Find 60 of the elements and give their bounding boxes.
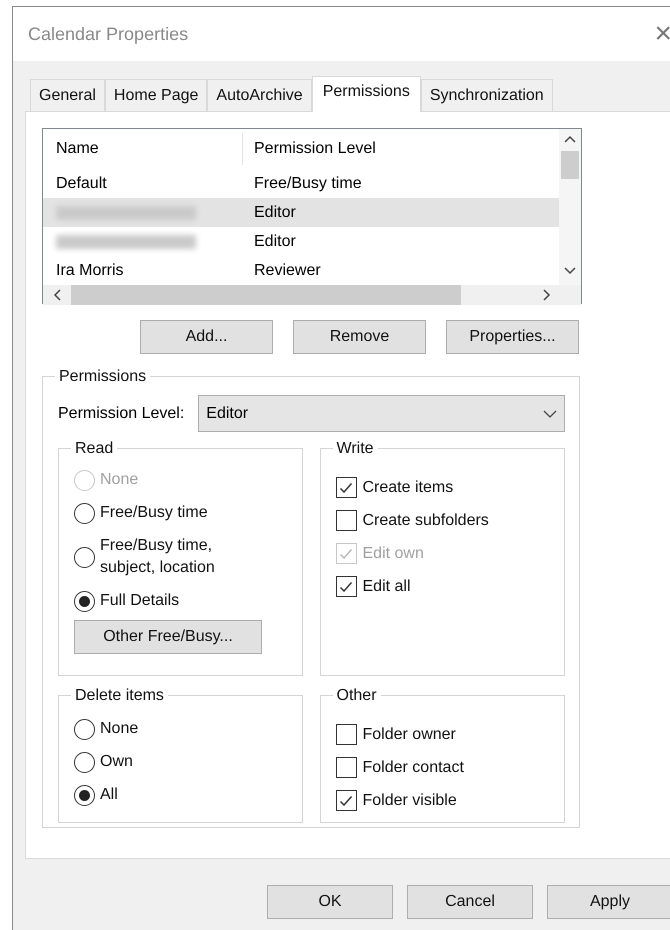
radio-button[interactable] — [74, 752, 95, 772]
column-header[interactable]: Permission Level — [243, 137, 376, 161]
chevron-down-icon[interactable] — [564, 267, 576, 275]
column-header[interactable]: Name — [43, 133, 243, 165]
checkbox[interactable] — [336, 724, 356, 745]
checkbox-label: Folder visible — [362, 790, 457, 810]
window-title: Calendar Properties — [28, 22, 188, 46]
table-cell-text: Reviewer — [253, 260, 321, 280]
table-cell-text: Free/Busy time — [253, 174, 362, 194]
checkbox[interactable] — [336, 510, 356, 531]
tab[interactable]: Home Page — [104, 79, 208, 111]
table-cell-text: Editor — [253, 202, 296, 222]
radio-button[interactable] — [74, 718, 95, 740]
dialog-button[interactable]: Add... — [140, 320, 273, 354]
dialog-button[interactable]: OK — [267, 885, 393, 919]
radio-button[interactable] — [74, 502, 95, 524]
checkbox-label: Edit own — [362, 544, 424, 564]
horizontal-scrollbar[interactable] — [43, 285, 581, 305]
chevron-right-icon[interactable] — [543, 289, 551, 301]
table-cell: Default — [56, 174, 107, 192]
table-cell: Ira Morris — [56, 262, 124, 278]
checkbox-label: Folder owner — [362, 724, 456, 744]
radio-label: Free/Busy time, subject, location — [100, 536, 215, 578]
checkbox-label: Edit all — [362, 576, 411, 596]
list-row[interactable]: Editor — [43, 198, 559, 227]
checkbox-label: Folder contact — [362, 758, 464, 778]
scroll-thumb[interactable] — [561, 151, 579, 179]
scroll-thumb[interactable] — [71, 285, 461, 305]
radio-label: Free/Busy time — [100, 503, 208, 523]
radio-label: None — [100, 470, 138, 490]
chevron-up-icon[interactable] — [564, 135, 576, 143]
radio-button[interactable] — [74, 784, 95, 806]
table-cell-text: Editor — [253, 232, 296, 252]
close-button[interactable]: × — [654, 19, 670, 49]
checkbox[interactable] — [336, 477, 356, 498]
chevron-left-icon[interactable] — [53, 289, 61, 301]
radio-label: All — [100, 785, 118, 805]
checkbox[interactable] — [336, 576, 356, 597]
tab[interactable]: General — [30, 79, 105, 111]
dialog-button[interactable]: Properties... — [446, 320, 579, 354]
checkbox[interactable] — [336, 757, 356, 778]
field-label: Permission Level: — [58, 404, 184, 424]
tab[interactable]: Permissions — [312, 76, 421, 112]
tab[interactable]: Synchronization — [420, 79, 553, 111]
tab[interactable]: AutoArchive — [207, 79, 312, 111]
dialog-button[interactable]: Remove — [293, 320, 426, 354]
radio-label: Own — [100, 752, 133, 772]
dialog-button[interactable]: Other Free/Busy... — [74, 620, 262, 654]
radio-label: Full Details — [100, 591, 180, 611]
checkbox-label: Create subfolders — [362, 510, 489, 530]
vertical-scrollbar[interactable] — [559, 129, 581, 285]
permission-level-dropdown[interactable]: Editor — [198, 395, 565, 432]
radio-button[interactable] — [74, 546, 95, 568]
dialog-button[interactable]: Cancel — [407, 885, 533, 919]
checkbox-label: Create items — [362, 478, 454, 498]
checkbox[interactable] — [336, 790, 356, 811]
radio-button[interactable] — [74, 590, 95, 612]
dialog-button[interactable]: Apply — [547, 885, 670, 919]
radio-label: None — [100, 719, 138, 739]
chevron-down-icon — [543, 410, 557, 418]
